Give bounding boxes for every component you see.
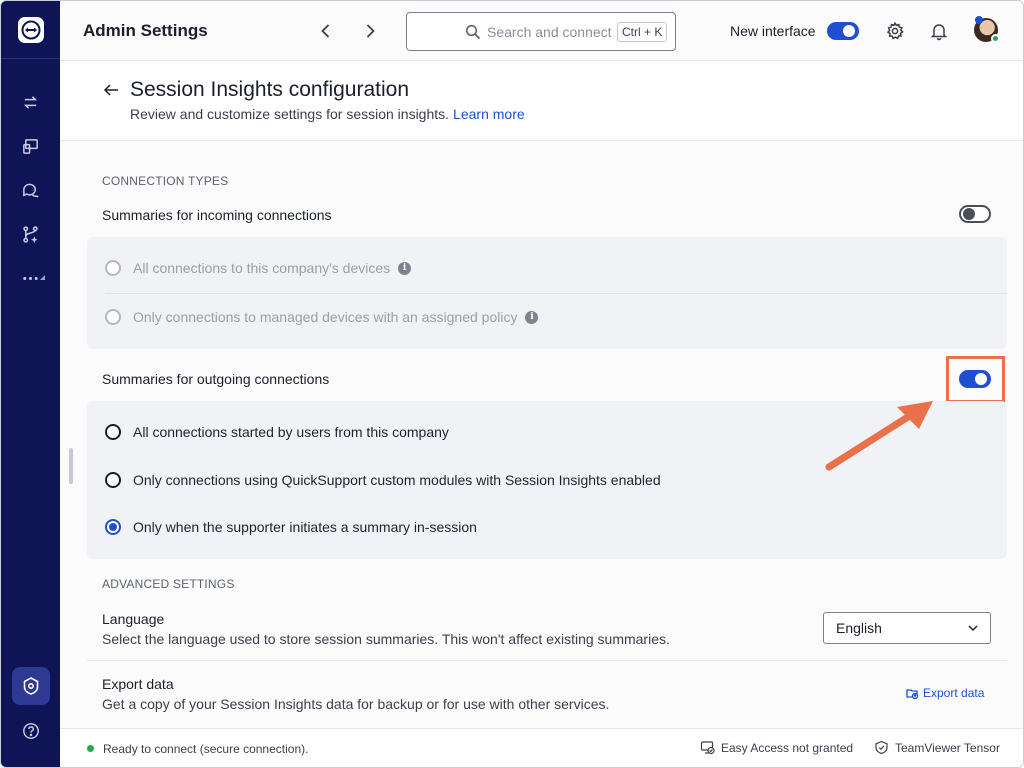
export-data-button[interactable]: Export data (905, 686, 984, 700)
settings-content: CONNECTION TYPES Summaries for incoming … (60, 141, 1023, 728)
left-rail (1, 1, 60, 767)
new-interface-toggle[interactable] (827, 22, 859, 40)
easy-access-text: Easy Access not granted (721, 740, 854, 755)
toggle-knob (963, 208, 975, 220)
export-icon (906, 689, 919, 700)
language-description: Select the language used to store sessio… (102, 631, 670, 647)
outgoing-option-all-connections[interactable]: All connections started by users from th… (105, 424, 449, 440)
outgoing-option-quicksupport[interactable]: Only connections using QuickSupport cust… (105, 472, 661, 488)
notifications-bell-icon[interactable] (929, 21, 949, 41)
user-avatar[interactable] (974, 16, 1000, 43)
connection-status-text: Ready to connect (secure connection). (103, 742, 309, 756)
avatar-verified-badge (975, 16, 983, 24)
top-bar: Admin Settings Ctrl + K New interface (60, 1, 1023, 61)
option-label: All connections to this company's device… (133, 260, 391, 276)
incoming-summaries-toggle[interactable] (959, 205, 991, 223)
tensor-status[interactable]: TeamViewer Tensor (874, 740, 1000, 755)
back-arrow-icon[interactable] (102, 81, 120, 99)
status-bar: Ready to connect (secure connection). Ea… (60, 728, 1023, 767)
settings-gear-icon[interactable] (885, 21, 905, 41)
search-shortcut-badge: Ctrl + K (617, 22, 668, 42)
advanced-settings-heading: ADVANCED SETTINGS (102, 577, 235, 591)
radio-button (105, 260, 121, 276)
language-selected-value: English (836, 620, 882, 636)
radio-button-selected[interactable] (105, 519, 121, 535)
toggle-knob (843, 25, 855, 37)
ai-workflow-icon[interactable] (16, 219, 46, 249)
easy-access-status[interactable]: Easy Access not granted (700, 740, 853, 755)
admin-shield-gear-icon (23, 677, 39, 695)
option-label: All connections started by users from th… (133, 424, 449, 440)
search-icon (465, 24, 481, 40)
admin-settings-nav-button[interactable] (12, 667, 50, 705)
chat-icon[interactable] (16, 175, 46, 205)
panel-resize-handle[interactable] (69, 448, 73, 484)
annotation-highlight-box (946, 356, 1005, 403)
chevron-down-icon (968, 625, 978, 632)
incoming-option-managed-devices: Only connections to managed devices with… (105, 309, 539, 325)
rail-separator (1, 58, 60, 59)
page-header: Session Insights configuration Review an… (60, 61, 1023, 141)
more-expand-indicator (40, 275, 45, 280)
export-data-link-text: Export data (923, 686, 985, 700)
radio-button (105, 309, 121, 325)
shield-check-icon (875, 740, 888, 755)
export-data-description: Get a copy of your Session Insights data… (102, 696, 610, 712)
app-title: Admin Settings (83, 21, 208, 40)
incoming-option-all-devices: All connections to this company's device… (105, 260, 412, 276)
option-label: Only when the supporter initiates a summ… (133, 519, 477, 535)
radio-button[interactable] (105, 424, 121, 440)
new-interface-label: New interface (730, 23, 816, 39)
tensor-text: TeamViewer Tensor (895, 740, 1000, 755)
export-data-label: Export data (102, 676, 174, 692)
connection-types-heading: CONNECTION TYPES (102, 174, 229, 188)
connection-status-dot (87, 745, 94, 752)
teamviewer-logo-icon[interactable] (17, 17, 44, 43)
language-select[interactable]: English (823, 612, 991, 644)
annotation-arrow-icon (825, 401, 933, 471)
learn-more-link[interactable]: Learn more (453, 106, 525, 122)
easy-access-icon (700, 741, 715, 755)
radio-button[interactable] (105, 472, 121, 488)
devices-icon[interactable] (16, 131, 46, 161)
outgoing-option-supporter-initiated[interactable]: Only when the supporter initiates a summ… (105, 519, 477, 535)
nav-back-chevron-icon[interactable] (316, 21, 336, 41)
help-icon[interactable] (20, 720, 42, 742)
outgoing-summaries-label: Summaries for outgoing connections (102, 371, 330, 387)
row-divider (87, 660, 1007, 661)
page-subtitle: Review and customize settings for sessio… (130, 106, 525, 122)
page-title: Session Insights configuration (130, 78, 409, 101)
language-label: Language (102, 611, 165, 627)
search-input[interactable] (487, 22, 617, 42)
online-status-dot (991, 34, 1000, 43)
incoming-summaries-label: Summaries for incoming connections (102, 207, 332, 223)
info-icon[interactable]: i (525, 310, 539, 324)
option-label: Only connections to managed devices with… (133, 309, 518, 325)
subtitle-text: Review and customize settings for sessio… (130, 106, 450, 122)
info-icon[interactable]: i (398, 261, 412, 275)
option-label: Only connections using QuickSupport cust… (133, 472, 661, 488)
option-divider (105, 293, 1007, 294)
search-box[interactable]: Ctrl + K (406, 12, 676, 51)
incoming-options-panel: All connections to this company's device… (87, 237, 1007, 349)
remote-connect-icon[interactable] (16, 87, 46, 117)
nav-forward-chevron-icon[interactable] (360, 21, 380, 41)
app-window: Admin Settings Ctrl + K New interface Se… (0, 0, 1024, 768)
